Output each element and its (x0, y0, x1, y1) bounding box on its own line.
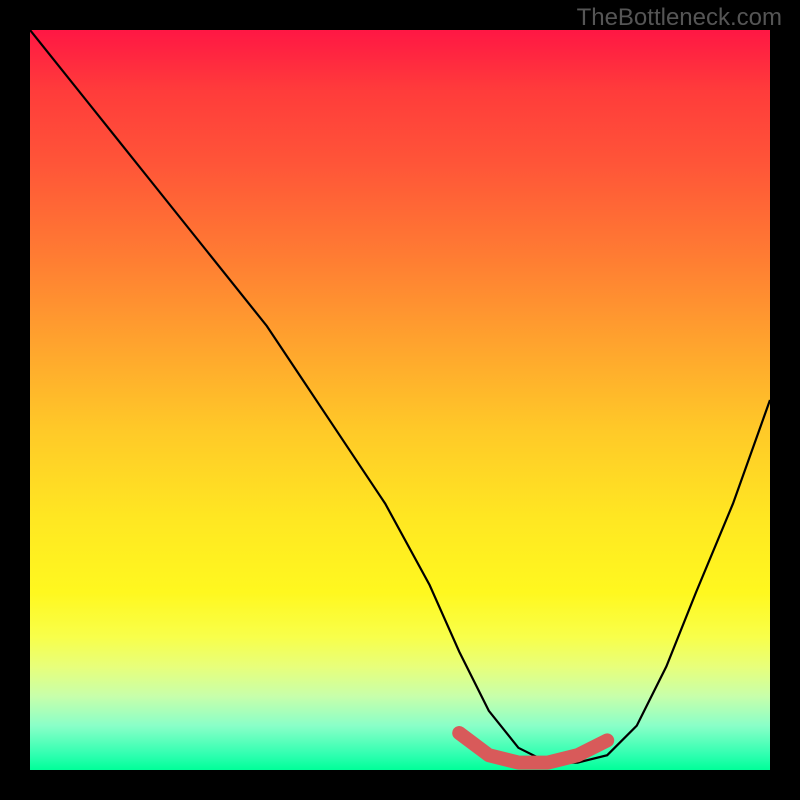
chart-svg (30, 30, 770, 770)
curve-line (30, 30, 770, 763)
plot-area (30, 30, 770, 770)
watermark-text: TheBottleneck.com (577, 4, 782, 32)
valley-highlight (459, 733, 607, 763)
